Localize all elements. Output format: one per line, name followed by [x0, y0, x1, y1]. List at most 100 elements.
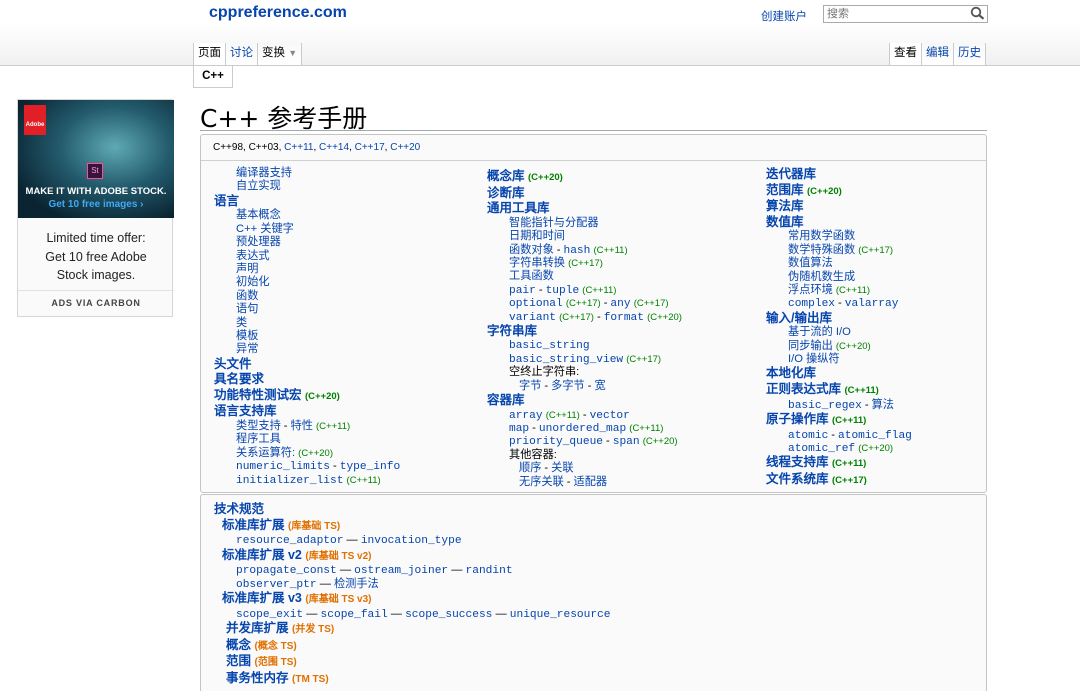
associative-containers-link[interactable]: 关联 [551, 462, 573, 474]
scope-exit-link[interactable]: scope_exit [236, 609, 303, 621]
concepts-library-link[interactable]: 概念库 [487, 169, 525, 183]
atomic-library-link[interactable]: 原子操作库 [766, 412, 829, 426]
sequence-containers-link[interactable]: 顺序 [519, 462, 541, 474]
concurrency-ts-link[interactable]: 并发库扩展 [226, 621, 289, 635]
ranges-ts-link[interactable]: 范围 [226, 654, 251, 668]
atomic-link[interactable]: atomic [788, 430, 828, 442]
numeric-algorithms-link[interactable]: 数值算法 [766, 257, 912, 270]
algorithms-library-link[interactable]: 算法库 [766, 199, 912, 215]
invocation-type-link[interactable]: invocation_type [361, 535, 462, 547]
col1-link[interactable]: 自立实现 [214, 180, 400, 193]
filesystem-library-link[interactable]: 文件系统库 [766, 472, 829, 486]
io-library-link[interactable]: 输入/输出库 [766, 311, 912, 327]
any-link[interactable]: any [610, 298, 630, 310]
ad-via-carbon[interactable]: ADS VIA CARBON [18, 290, 174, 308]
col1-link[interactable]: 基本概念 [214, 209, 400, 222]
format-link[interactable]: format [604, 312, 644, 324]
col1-link[interactable]: 编译器支持 [214, 167, 400, 180]
wide-strings-link[interactable]: 宽 [594, 380, 605, 392]
libext2-link[interactable]: 标准库扩展 v2 [222, 548, 302, 562]
utility-functions-link[interactable]: 工具函数 [487, 270, 682, 283]
basic-string-view-link[interactable]: basic_string_view [509, 354, 623, 366]
ranges-library-link[interactable]: 范围库 [766, 183, 804, 197]
namespace-tab[interactable]: C++ [193, 66, 233, 88]
containers-library-link[interactable]: 容器库 [487, 393, 682, 409]
col1-link[interactable]: 异常 [214, 343, 400, 356]
ad-cta-link[interactable]: Get 10 free images › [18, 199, 174, 210]
std-link-cpp17[interactable]: C++17 [355, 142, 385, 153]
tm-ts-link[interactable]: 事务性内存 [226, 671, 289, 685]
vector-link[interactable]: vector [590, 410, 630, 422]
numeric-limits-link[interactable]: numeric_limits [236, 461, 330, 473]
create-account-link[interactable]: 创建账户 [761, 8, 807, 24]
byte-strings-link[interactable]: 字节 [519, 380, 541, 392]
pair-link[interactable]: pair [509, 285, 536, 297]
propagate-const-link[interactable]: propagate_const [236, 565, 337, 577]
detection-idiom-link[interactable]: 检测手法 [334, 578, 379, 590]
valarray-link[interactable]: valarray [845, 298, 899, 310]
common-math-link[interactable]: 常用数学函数 [766, 230, 912, 243]
tuple-link[interactable]: tuple [546, 285, 580, 297]
initializer-list-link[interactable]: initializer_list [236, 475, 343, 487]
fenv-link[interactable]: 浮点环境 [788, 284, 833, 296]
atomic-ref-link[interactable]: atomic_ref [788, 443, 855, 455]
container-adaptors-link[interactable]: 适配器 [574, 476, 608, 488]
std-link-cpp11[interactable]: C++11 [284, 142, 313, 153]
tab-page[interactable]: 页面 [193, 43, 225, 65]
col1-link[interactable]: 语言支持库 [214, 404, 400, 420]
tab-discussion[interactable]: 讨论 [225, 43, 257, 65]
basic-regex-link[interactable]: basic_regex [788, 400, 862, 412]
priority-queue-link[interactable]: priority_queue [509, 436, 603, 448]
relational-operators-link[interactable]: 关系运算符: [236, 447, 295, 459]
datetime-link[interactable]: 日期和时间 [487, 230, 682, 243]
iterators-library-link[interactable]: 迭代器库 [766, 167, 912, 183]
thread-library-link[interactable]: 线程支持库 [766, 455, 829, 469]
col1-link[interactable]: 具名要求 [214, 372, 400, 388]
libext3-link[interactable]: 标准库扩展 v3 [222, 591, 302, 605]
optional-link[interactable]: optional [509, 298, 563, 310]
concepts-ts-link[interactable]: 概念 [226, 638, 251, 652]
numerics-library-link[interactable]: 数值库 [766, 215, 912, 231]
string-conversions-link[interactable]: 字符串转换 [509, 257, 565, 269]
unordered-map-link[interactable]: unordered_map [539, 423, 626, 435]
atomic-flag-link[interactable]: atomic_flag [838, 430, 912, 442]
io-manipulators-link[interactable]: I/O 操纵符 [766, 353, 912, 366]
prng-link[interactable]: 伪随机数生成 [766, 271, 912, 284]
col1-link[interactable]: 函数 [214, 290, 400, 303]
complex-link[interactable]: complex [788, 298, 835, 310]
special-math-link[interactable]: 数学特殊函数 [788, 244, 855, 256]
randint-link[interactable]: randint [466, 565, 513, 577]
scope-success-link[interactable]: scope_success [405, 609, 492, 621]
col1-link[interactable]: 预处理器 [214, 236, 400, 249]
col1-link[interactable]: 模板 [214, 330, 400, 343]
hash-link[interactable]: hash [564, 245, 591, 257]
tab-edit[interactable]: 编辑 [921, 43, 953, 65]
span-link[interactable]: span [613, 436, 640, 448]
site-logo[interactable]: cppreference.com [209, 4, 347, 22]
regex-library-link[interactable]: 正则表达式库 [766, 382, 841, 396]
multibyte-strings-link[interactable]: 多字节 [551, 380, 585, 392]
variant-link[interactable]: variant [509, 312, 556, 324]
localization-library-link[interactable]: 本地化库 [766, 366, 912, 382]
array-link[interactable]: array [509, 410, 543, 422]
ostream-joiner-link[interactable]: ostream_joiner [354, 565, 448, 577]
libext-link[interactable]: 标准库扩展 [222, 518, 285, 532]
col1-link[interactable]: C++ 关键字 [214, 223, 400, 236]
basic-string-link[interactable]: basic_string [487, 340, 682, 353]
col1-link[interactable]: 语言 [214, 194, 400, 210]
program-utilities-link[interactable]: 程序工具 [214, 433, 400, 446]
tab-history[interactable]: 历史 [953, 43, 986, 65]
tab-view[interactable]: 查看 [889, 43, 921, 65]
scope-fail-link[interactable]: scope_fail [321, 609, 388, 621]
type-info-link[interactable]: type_info [340, 461, 400, 473]
strings-library-link[interactable]: 字符串库 [487, 324, 682, 340]
observer-ptr-link[interactable]: observer_ptr [236, 579, 317, 591]
function-objects-link[interactable]: 函数对象 [509, 244, 554, 256]
type-traits-link[interactable]: 特性 [291, 420, 313, 432]
std-link-cpp14[interactable]: C++14 [319, 142, 349, 153]
col1-link[interactable]: 表达式 [214, 250, 400, 263]
sync-output-link[interactable]: 同步输出 [788, 340, 833, 352]
col1-link[interactable]: 初始化 [214, 276, 400, 289]
col1-link[interactable]: 功能特性测试宏 (C++20) [214, 388, 400, 405]
search-icon[interactable] [970, 6, 986, 20]
